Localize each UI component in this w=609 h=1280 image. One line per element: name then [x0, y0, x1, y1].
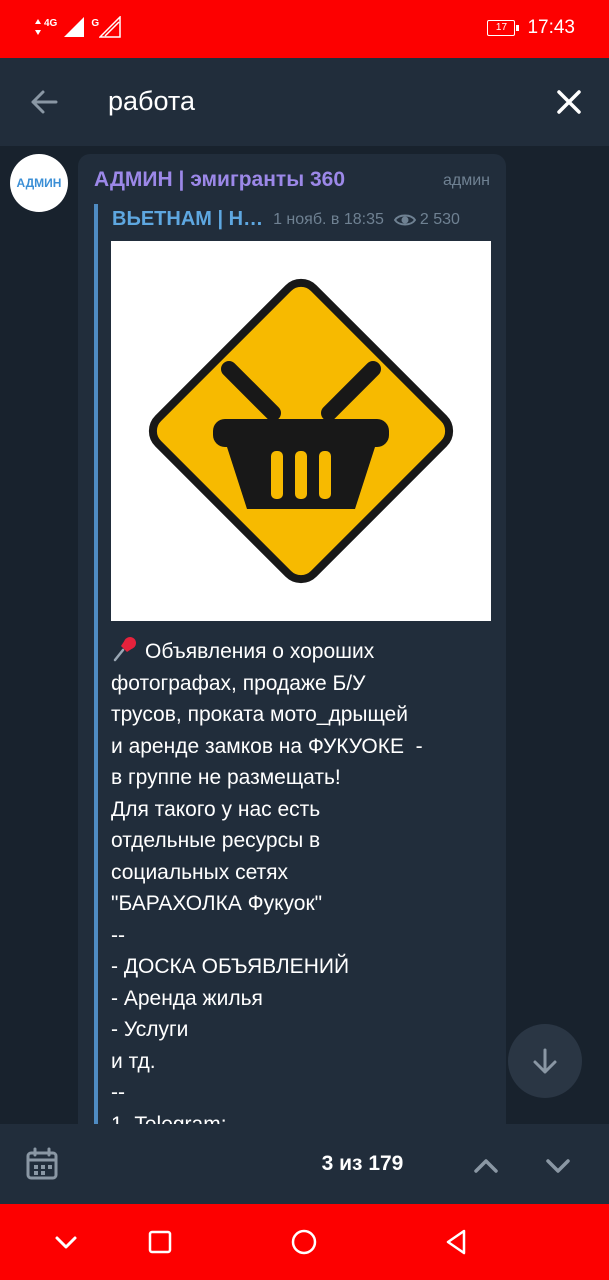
- battery-icon: 17: [487, 20, 520, 36]
- message-body: Объявления о хороших фотографах, продаже…: [111, 640, 423, 1124]
- search-header: работа: [0, 58, 609, 146]
- chat-area: АДМИН АДМИН | эмигранты 360 админ ВЬЕТНА…: [0, 146, 609, 1124]
- result-counter-text: 3 из 179: [321, 1152, 404, 1175]
- pushpin-icon: [113, 637, 136, 662]
- result-counter: 3 из 179: [0, 1152, 609, 1176]
- message-bubble[interactable]: АДМИН | эмигранты 360 админ ВЬЕТНАМ | Н……: [78, 154, 506, 1124]
- status-bar: 4G G 17 17:43: [0, 0, 609, 58]
- scroll-down-button[interactable]: [508, 1024, 582, 1098]
- arrow-down-icon: [533, 1048, 557, 1074]
- forward-bar: [94, 204, 98, 1124]
- views-value: 2 530: [419, 210, 460, 228]
- message-date: 1 нояб. в 18:35: [273, 210, 384, 228]
- avatar[interactable]: АДМИН: [10, 154, 68, 212]
- search-results-bar: 3 из 179: [0, 1124, 609, 1204]
- eye-icon: [393, 214, 416, 225]
- chevron-up-icon[interactable]: [468, 1148, 504, 1184]
- battery-level: 17: [495, 22, 508, 33]
- arrow-left-icon[interactable]: [24, 82, 64, 122]
- forwarded-from[interactable]: ВЬЕТНАМ | Н…: [112, 208, 263, 231]
- data-arrows-icon: [35, 19, 41, 35]
- search-input[interactable]: работа: [108, 86, 195, 117]
- navigation-bar: [0, 1204, 609, 1280]
- recents-icon[interactable]: [144, 1226, 176, 1258]
- home-icon[interactable]: [288, 1226, 320, 1258]
- nav-hide-icon[interactable]: [50, 1226, 82, 1258]
- post-image[interactable]: [111, 241, 491, 621]
- signal-icon: [64, 17, 85, 37]
- admin-badge: админ: [442, 172, 490, 189]
- avatar-text: АДМИН: [16, 176, 62, 190]
- network-type-2: G: [91, 17, 100, 29]
- chevron-down-icon[interactable]: [540, 1148, 576, 1184]
- close-icon[interactable]: [551, 84, 587, 120]
- network-type: 4G: [44, 17, 58, 29]
- back-icon[interactable]: [440, 1226, 472, 1258]
- shopping-basket-warning-sign-icon: [148, 278, 454, 584]
- sender-name[interactable]: АДМИН | эмигранты 360: [94, 168, 345, 192]
- message-text: Объявления о хороших фотографах, продаже…: [111, 634, 491, 1124]
- views-count: 2 530: [393, 210, 460, 229]
- forward-header: ВЬЕТНАМ | Н… 1 нояб. в 18:35 2 530: [112, 208, 492, 231]
- signal-2-icon: [99, 16, 121, 38]
- clock: 17:43: [527, 17, 575, 38]
